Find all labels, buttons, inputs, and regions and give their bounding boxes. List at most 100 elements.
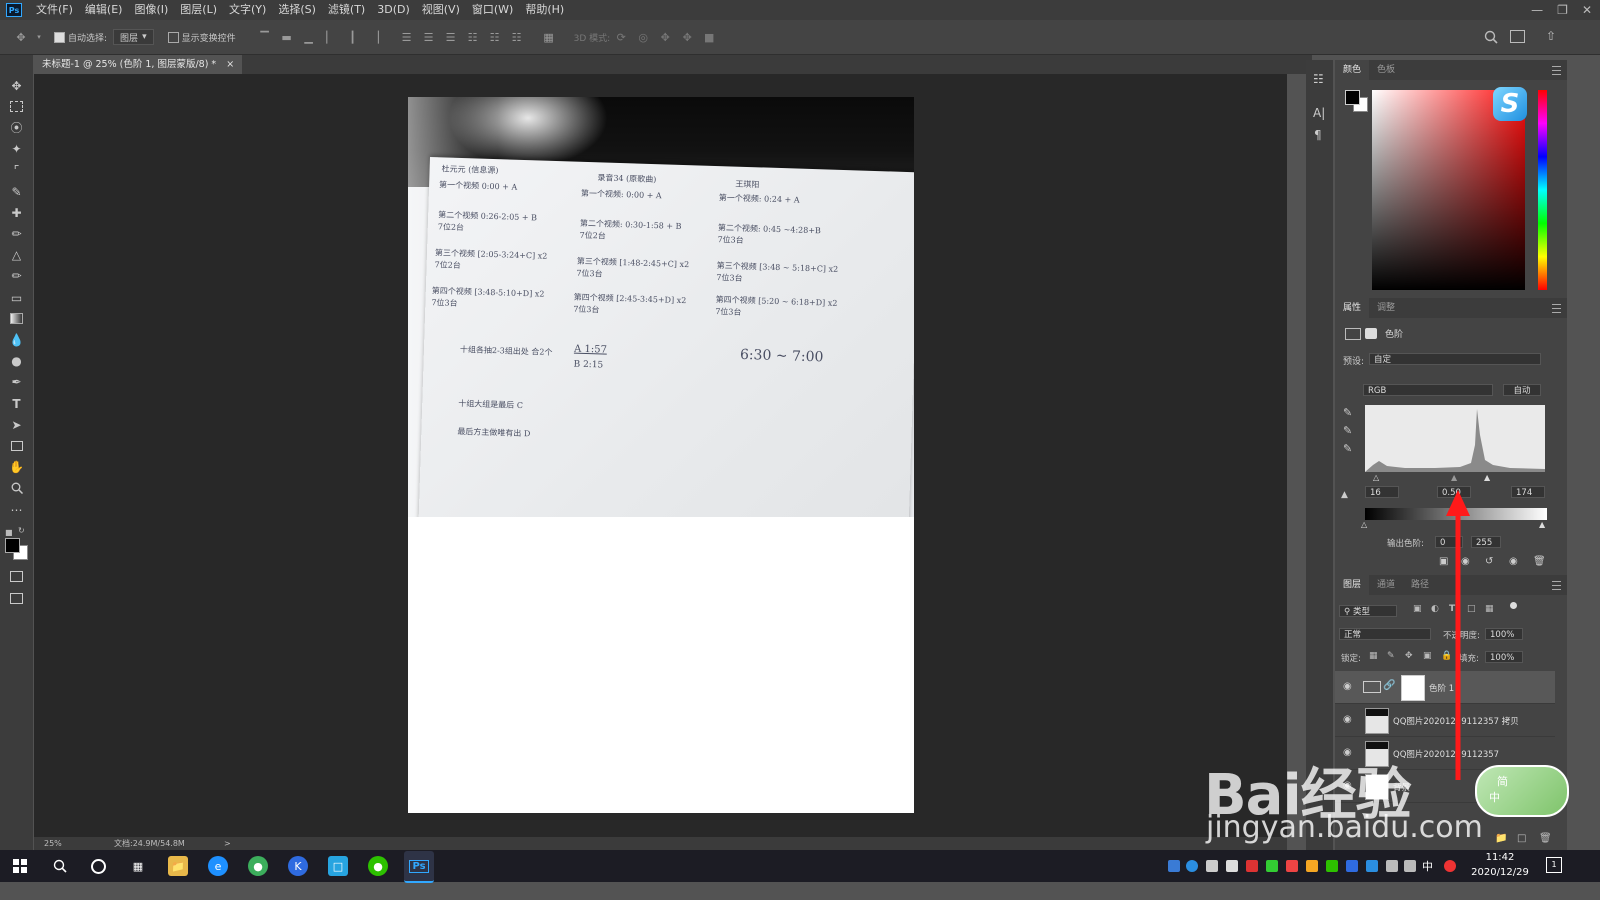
clip-warning-icon[interactable]: ▲ [1341,490,1348,500]
eye-icon[interactable]: ◉ [1343,714,1352,725]
tray-app-icon[interactable] [1306,860,1318,872]
clone-stamp-icon[interactable]: △ [8,246,25,263]
reset-icon[interactable]: ↺ [1485,556,1493,567]
share-icon[interactable]: ⇧ [1546,29,1556,43]
input-white-slider-icon[interactable]: ▲ [1484,473,1490,482]
history-icon[interactable]: ☷ [1313,72,1324,86]
3d-rotate-icon[interactable]: ⟳ [614,30,628,44]
menu-edit[interactable]: 编辑(E) [79,0,129,20]
distribute-right-icon[interactable]: ☷ [510,30,524,44]
tab-swatches[interactable]: 色板 [1369,60,1403,80]
tray-app-icon[interactable] [1266,860,1278,872]
swap-colors-icon[interactable]: ↻ [18,526,25,535]
browser-360-icon[interactable]: ● [248,856,268,876]
magic-wand-icon[interactable]: ✦ [8,140,25,157]
restore-icon[interactable]: ❐ [1557,3,1568,17]
align-vcenter-icon[interactable]: ▬ [280,30,294,44]
new-layer-icon[interactable]: □ [1517,833,1526,844]
menu-file[interactable]: 文件(F) [30,0,79,20]
close-tab-icon[interactable]: × [226,55,234,74]
crop-tool-icon[interactable]: ⌜ [8,161,25,178]
align-right-icon[interactable]: ▕ [368,30,382,44]
task-view-icon[interactable]: ▦ [128,856,148,876]
filter-toggle-icon[interactable] [1510,602,1517,609]
ime-status-badge[interactable]: 简 中 [1475,765,1569,817]
file-explorer-icon[interactable]: 📁 [168,856,188,876]
path-select-icon[interactable]: ➤ [8,416,25,433]
clock-time[interactable]: 11:42 [1470,852,1530,863]
healing-brush-icon[interactable]: ✚ [8,204,25,221]
windows-start-icon[interactable] [10,856,30,876]
input-white-field[interactable]: 174 [1511,486,1545,498]
panel-menu-icon[interactable] [1552,66,1561,75]
search-icon[interactable] [50,856,70,876]
rectangle-tool-icon[interactable] [8,437,25,454]
cortana-icon[interactable] [88,856,108,876]
lock-position-icon[interactable]: ✥ [1405,651,1413,661]
menu-filter[interactable]: 滤镜(T) [322,0,371,20]
delete-icon[interactable]: 🗑 [1533,556,1546,567]
menu-layer[interactable]: 图层(L) [174,0,223,20]
brush-tool-icon[interactable]: ✏ [8,225,25,242]
tray-shield-icon[interactable] [1366,860,1378,872]
menu-3d[interactable]: 3D(D) [371,0,416,20]
zoom-level[interactable]: 25% [44,839,104,848]
3d-drag-icon[interactable]: ✥ [658,30,672,44]
marquee-tool-icon[interactable] [8,98,25,115]
sogou-input-logo[interactable]: S [1493,87,1527,121]
dodge-tool-icon[interactable]: ● [8,352,25,369]
gray-point-eyedropper-icon[interactable]: ✎ [1343,424,1352,437]
blur-tool-icon[interactable]: 💧 [8,331,25,348]
mask-icon[interactable] [1365,328,1377,339]
ime-indicator[interactable]: 中 [1422,858,1433,874]
visibility-icon[interactable]: ◉ [1509,556,1518,567]
clock-date[interactable]: 2020/12/29 [1464,867,1536,878]
kugou-icon[interactable]: K [288,856,308,876]
chevron-down-icon[interactable]: ▾ [36,30,42,44]
edge-browser-icon[interactable]: e [208,856,228,876]
auto-select-dropdown[interactable]: 图层 ▾ [113,29,154,45]
type-tool-icon[interactable]: T [8,395,25,412]
photoshop-taskbar-icon[interactable]: Ps [404,851,434,883]
filter-smart-object-icon[interactable]: ▦ [1485,604,1494,614]
menu-help[interactable]: 帮助(H) [519,0,570,20]
preset-dropdown[interactable]: 自定 [1369,353,1541,365]
tab-layers[interactable]: 图层 [1335,575,1370,595]
align-hcenter-icon[interactable]: ┃ [346,30,360,44]
pen-tool-icon[interactable]: ✒ [8,373,25,390]
panel-menu-icon[interactable] [1552,304,1561,313]
blend-mode-dropdown[interactable]: 正常 [1339,628,1431,640]
new-group-icon[interactable]: 📁 [1495,833,1507,844]
tray-app-icon[interactable] [1246,860,1258,872]
app-blue-icon[interactable]: □ [328,856,348,876]
eyedropper-icon[interactable]: ✎ [8,183,25,200]
wechat-icon[interactable]: ● [368,856,388,876]
character-icon[interactable]: A| [1313,106,1325,120]
output-white-slider-icon[interactable]: ▲ [1539,520,1545,529]
distribute-left-icon[interactable]: ☷ [466,30,480,44]
paragraph-icon[interactable]: ¶ [1314,128,1322,142]
menu-view[interactable]: 视图(V) [416,0,466,20]
hue-slider[interactable] [1538,90,1547,290]
auto-select-checkbox[interactable] [54,31,65,43]
align-top-icon[interactable]: ▔ [258,30,272,44]
menu-select[interactable]: 选择(S) [272,0,322,20]
more-tools-icon[interactable]: ⋯ [8,501,25,518]
network-icon[interactable] [1386,860,1398,872]
tray-app-icon[interactable] [1206,860,1218,872]
workspace-icon[interactable] [1510,30,1525,43]
foreground-color-swatch[interactable] [5,538,20,553]
hand-tool-icon[interactable]: ✋ [8,458,25,475]
menu-type[interactable]: 文字(Y) [223,0,272,20]
mic-icon[interactable] [1226,860,1238,872]
menu-image[interactable]: 图像(I) [128,0,174,20]
white-point-eyedropper-icon[interactable]: ✎ [1343,442,1352,455]
screen-mode-icon[interactable] [8,590,25,607]
search-icon[interactable] [1484,30,1498,47]
tray-app-icon[interactable] [1168,860,1180,872]
tab-adjustments[interactable]: 调整 [1369,298,1403,318]
volume-icon[interactable] [1404,860,1416,872]
layer-filter-dropdown[interactable]: ⚲ 类型 [1339,605,1397,617]
lasso-tool-icon[interactable]: ⦿ [8,119,25,136]
input-gamma-slider-icon[interactable]: ▲ [1451,473,1457,482]
